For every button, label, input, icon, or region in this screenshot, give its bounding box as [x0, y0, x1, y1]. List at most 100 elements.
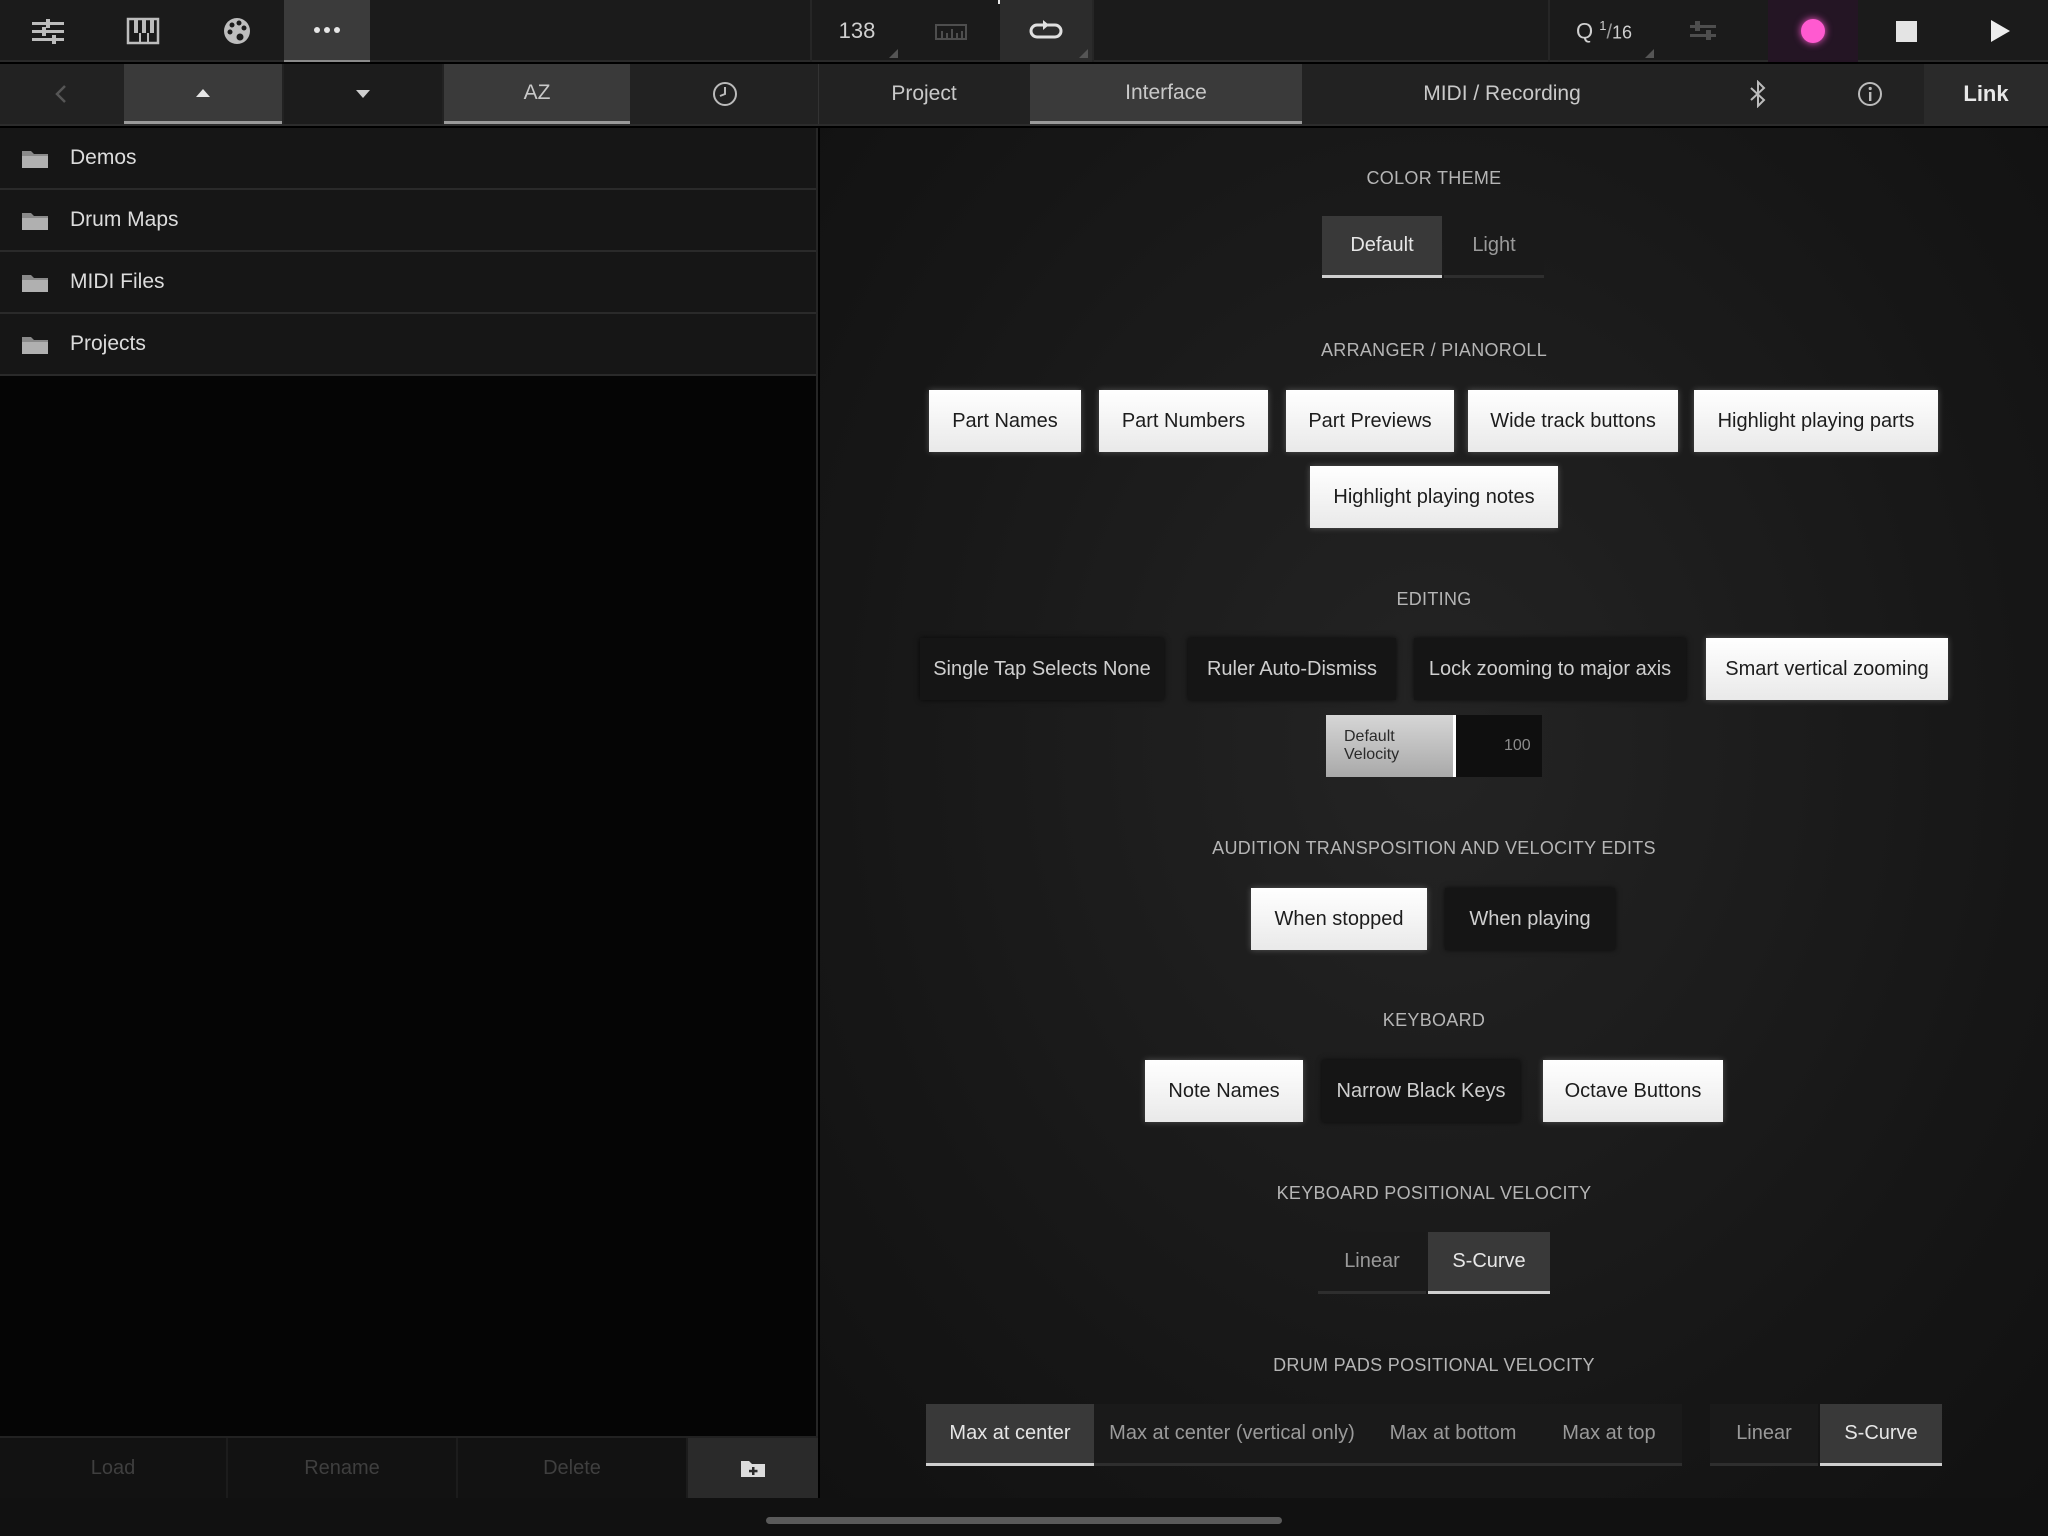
drum-max-at-bottom-label: Max at bottom	[1389, 1422, 1517, 1444]
lock-zooming-toggle[interactable]: Lock zooming to major axis	[1414, 638, 1686, 700]
folder-icon	[0, 209, 70, 231]
transport-toolbar: 138 Q 1/16	[0, 0, 2048, 62]
tempo-button[interactable]: 138	[812, 0, 902, 62]
highlight-playing-notes-toggle[interactable]: Highlight playing notes	[1310, 466, 1558, 528]
tab-interface-label: Interface	[1125, 80, 1207, 104]
tab-project[interactable]: Project	[820, 64, 1028, 124]
tab-midi-recording[interactable]: MIDI / Recording	[1304, 64, 1700, 124]
tab-midi-recording-label: MIDI / Recording	[1423, 82, 1581, 105]
record-icon	[1801, 19, 1825, 43]
highlight-playing-notes-label: Highlight playing notes	[1333, 485, 1535, 508]
part-numbers-label: Part Numbers	[1121, 409, 1246, 432]
drum-max-at-top-button[interactable]: Max at top	[1536, 1404, 1682, 1466]
tab-bluetooth[interactable]	[1706, 64, 1810, 124]
loop-icon	[1029, 20, 1063, 39]
loop-button[interactable]	[1000, 0, 1092, 62]
keyboard-velocity-s-curve-button[interactable]: S-Curve	[1428, 1232, 1550, 1294]
folder-label: MIDI Files	[70, 270, 165, 293]
bluetooth-icon	[1750, 80, 1766, 108]
sort-descending-button[interactable]	[284, 64, 442, 124]
ruler-auto-dismiss-toggle[interactable]: Ruler Auto-Dismiss	[1188, 638, 1396, 700]
single-tap-selects-none-toggle[interactable]: Single Tap Selects None	[920, 638, 1164, 700]
drum-max-at-bottom-button[interactable]: Max at bottom	[1370, 1404, 1536, 1466]
octave-buttons-toggle[interactable]: Octave Buttons	[1543, 1060, 1723, 1122]
tempo-value: 138	[838, 18, 876, 43]
drum-curve-s-curve-button[interactable]: S-Curve	[1820, 1404, 1942, 1466]
sort-by-date-button[interactable]	[632, 64, 818, 124]
theme-light-button[interactable]: Light	[1444, 216, 1544, 278]
delete-button[interactable]: Delete	[458, 1438, 688, 1498]
folder-item[interactable]: MIDI Files	[0, 252, 816, 314]
color-theme-title: COLOR THEME	[1366, 168, 1502, 188]
keyboard-title: KEYBOARD	[1382, 1010, 1486, 1030]
audition-when-stopped-toggle[interactable]: When stopped	[1251, 888, 1427, 950]
sort-ascending-button[interactable]	[124, 64, 282, 124]
audition-when-playing-label: When playing	[1469, 907, 1591, 930]
default-velocity-label: Default Velocity	[1344, 728, 1400, 763]
home-indicator[interactable]	[766, 1517, 1282, 1524]
part-previews-label: Part Previews	[1308, 409, 1432, 432]
default-velocity-slider[interactable]: Default Velocity 100	[1326, 715, 1542, 777]
tab-project-label: Project	[891, 82, 957, 105]
quantize-button[interactable]: Q 1/16	[1550, 0, 1658, 62]
wide-track-buttons-toggle[interactable]: Wide track buttons	[1468, 390, 1678, 452]
drum-max-at-center-button[interactable]: Max at center	[926, 1404, 1094, 1466]
narrow-black-keys-label: Narrow Black Keys	[1336, 1079, 1506, 1102]
folder-icon	[0, 271, 70, 293]
folder-item[interactable]: Projects	[0, 314, 816, 376]
highlight-playing-parts-toggle[interactable]: Highlight playing parts	[1694, 390, 1938, 452]
stop-button[interactable]	[1860, 0, 1952, 62]
part-numbers-toggle[interactable]: Part Numbers	[1099, 390, 1268, 452]
automation-button[interactable]	[1658, 0, 1748, 62]
theme-default-button[interactable]: Default	[1322, 216, 1442, 278]
folder-icon	[0, 333, 70, 355]
drum-max-at-center-vertical-label: Max at center (vertical only)	[1109, 1422, 1355, 1444]
smart-vertical-zooming-toggle[interactable]: Smart vertical zooming	[1706, 638, 1948, 700]
sort-alphabetical-label: AZ	[523, 80, 551, 104]
sort-alphabetical-button[interactable]: AZ	[444, 64, 630, 124]
drum-curve-linear-button[interactable]: Linear	[1710, 1404, 1818, 1466]
play-button[interactable]	[1952, 0, 2048, 62]
note-names-toggle[interactable]: Note Names	[1145, 1060, 1303, 1122]
metronome-button[interactable]	[904, 0, 998, 62]
keyboard-velocity-linear-label: Linear	[1344, 1250, 1400, 1272]
folder-icon	[0, 147, 70, 169]
theme-default-label: Default	[1350, 234, 1414, 256]
load-button[interactable]: Load	[0, 1438, 228, 1498]
play-icon	[1991, 20, 2010, 42]
narrow-black-keys-toggle[interactable]: Narrow Black Keys	[1322, 1060, 1520, 1122]
navigation-bar: AZ Project Interface MIDI / Recording Li…	[0, 64, 2048, 126]
folder-item[interactable]: Drum Maps	[0, 190, 816, 252]
audition-when-playing-toggle[interactable]: When playing	[1445, 888, 1615, 950]
rename-button[interactable]: Rename	[228, 1438, 458, 1498]
audition-title: AUDITION TRANSPOSITION AND VELOCITY EDIT…	[1212, 838, 1656, 858]
keyboard-velocity-linear-button[interactable]: Linear	[1318, 1232, 1426, 1294]
quantize-denominator: 16	[1612, 22, 1633, 43]
triangle-down-icon	[356, 90, 370, 98]
record-button[interactable]	[1768, 0, 1858, 62]
folder-item[interactable]: Demos	[0, 128, 816, 190]
single-tap-selects-none-label: Single Tap Selects None	[933, 657, 1151, 680]
mixer-icon	[32, 19, 64, 44]
tab-interface[interactable]: Interface	[1030, 64, 1302, 124]
more-button[interactable]	[284, 0, 370, 62]
editing-title: EDITING	[1396, 589, 1472, 609]
part-previews-toggle[interactable]: Part Previews	[1286, 390, 1454, 452]
part-names-toggle[interactable]: Part Names	[929, 390, 1081, 452]
tab-link[interactable]: Link	[1924, 64, 2048, 124]
drum-curve-s-curve-label: S-Curve	[1844, 1422, 1918, 1444]
new-folder-button[interactable]	[688, 1438, 818, 1498]
palette-button[interactable]	[190, 0, 284, 62]
tab-info[interactable]	[1818, 64, 1922, 124]
clock-icon	[713, 82, 737, 106]
ruler-auto-dismiss-label: Ruler Auto-Dismiss	[1206, 657, 1378, 680]
drum-max-at-center-vertical-button[interactable]: Max at center (vertical only)	[1094, 1404, 1370, 1466]
rename-label: Rename	[304, 1456, 380, 1479]
piano-roll-button[interactable]	[96, 0, 190, 62]
lock-zooming-label: Lock zooming to major axis	[1428, 657, 1672, 680]
keyboard-velocity-title: KEYBOARD POSITIONAL VELOCITY	[1276, 1183, 1592, 1203]
interface-settings-panel: COLOR THEME Default Light ARRANGER / PIA…	[820, 128, 2048, 1498]
default-velocity-value: 100	[1504, 737, 1531, 754]
back-button[interactable]	[0, 64, 122, 124]
mixer-button[interactable]	[0, 0, 96, 62]
